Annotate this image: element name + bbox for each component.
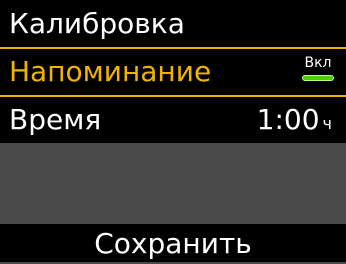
toggle-on-indicator xyxy=(302,75,334,81)
time-value-number: 1:00 xyxy=(256,103,320,136)
page-title: Калибровка xyxy=(0,0,346,47)
save-button[interactable]: Сохранить xyxy=(0,224,346,262)
time-value-unit: ч xyxy=(322,114,332,133)
calibration-screen: Калибровка Напоминание Вкл Время 1:00 ч С… xyxy=(0,0,346,262)
reminder-toggle[interactable]: Вкл xyxy=(300,55,336,89)
reminder-setting-row[interactable]: Напоминание Вкл xyxy=(0,47,346,97)
time-label: Время xyxy=(9,103,102,136)
time-setting-row[interactable]: Время 1:00 ч xyxy=(0,97,346,145)
reminder-label: Напоминание xyxy=(9,55,212,88)
time-value: 1:00 ч xyxy=(257,97,332,147)
toggle-state-label: Вкл xyxy=(304,55,332,71)
empty-content-area xyxy=(0,145,346,224)
